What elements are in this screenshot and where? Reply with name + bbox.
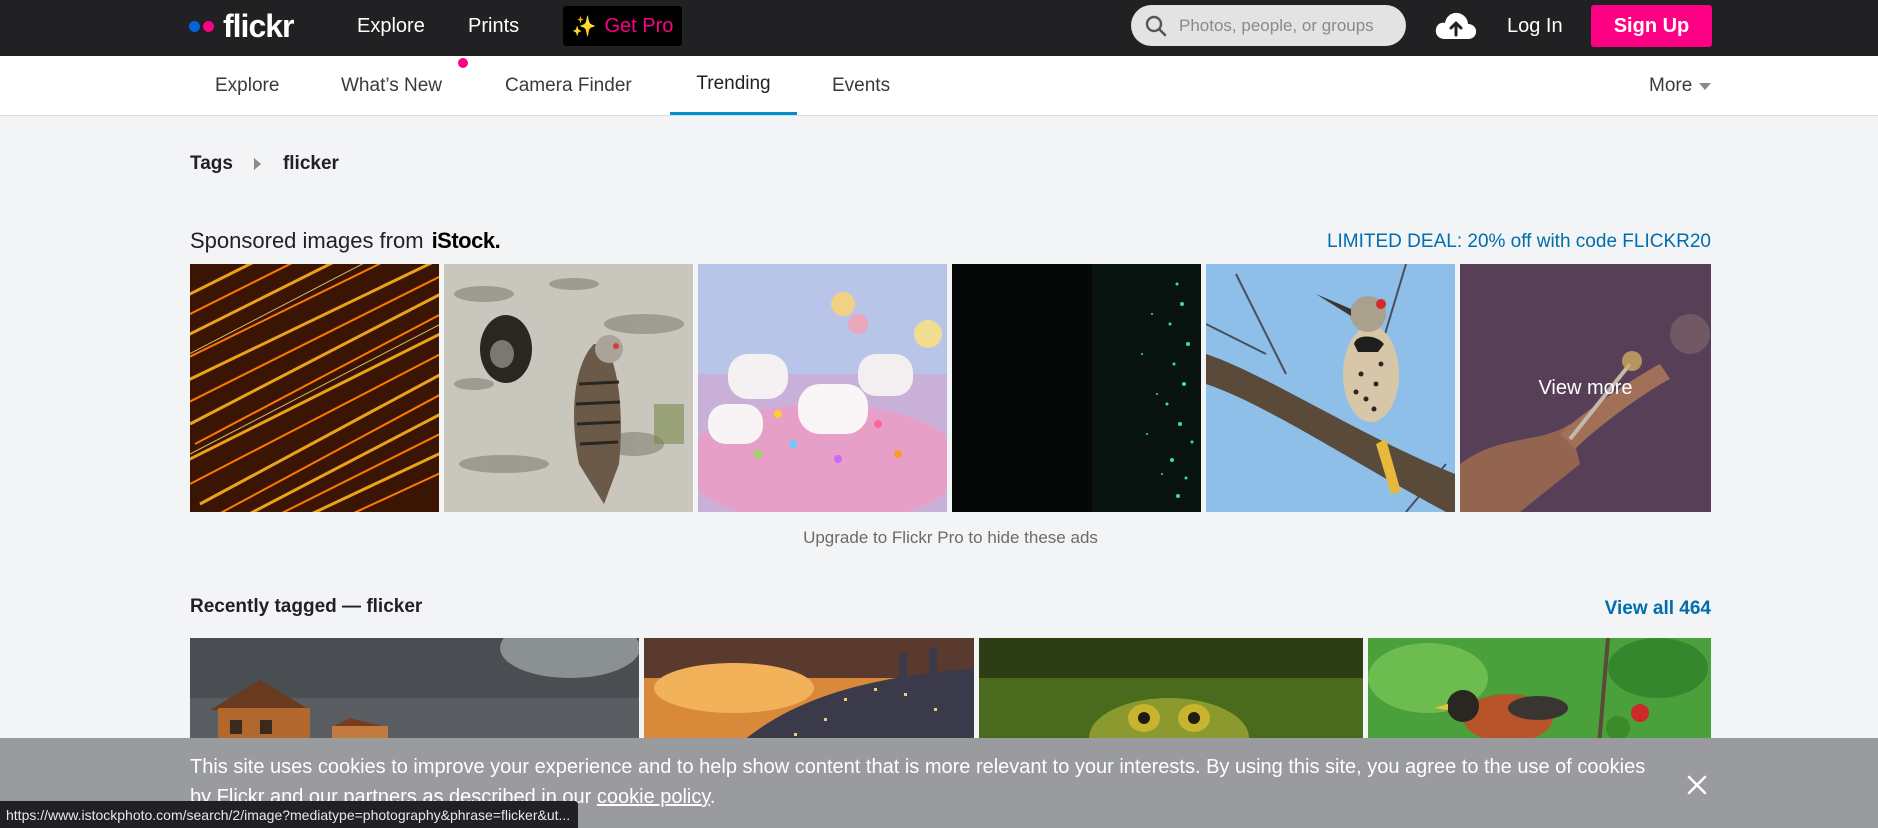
search-box[interactable] bbox=[1131, 5, 1406, 46]
sparkle-icon: ✨ bbox=[571, 15, 597, 38]
sponsored-image-northern-flicker[interactable] bbox=[1206, 264, 1455, 512]
search-input[interactable] bbox=[1179, 15, 1389, 36]
subnav-events[interactable]: Events bbox=[832, 56, 890, 115]
subnav-more[interactable]: More bbox=[1649, 56, 1712, 115]
close-icon[interactable] bbox=[1683, 771, 1711, 799]
nav-explore[interactable]: Explore bbox=[357, 0, 425, 52]
get-pro-label: Get Pro bbox=[604, 14, 674, 37]
more-label: More bbox=[1649, 74, 1693, 96]
sub-navigation: Explore What’s New Camera Finder Trendin… bbox=[0, 56, 1878, 116]
subnav-camera-finder[interactable]: Camera Finder bbox=[505, 56, 632, 115]
cloud-upload-icon[interactable] bbox=[1434, 10, 1478, 42]
recently-tagged-title: Recently tagged — flicker bbox=[190, 596, 423, 617]
login-link[interactable]: Log In bbox=[1507, 0, 1563, 52]
istock-logo: iStock. bbox=[431, 228, 501, 253]
limited-deal-link[interactable]: LIMITED DEAL: 20% off with code FLICKR20 bbox=[1327, 228, 1711, 256]
cookie-policy-link[interactable]: cookie policy bbox=[597, 786, 710, 808]
new-indicator-dot bbox=[458, 58, 468, 68]
subnav-whats-new[interactable]: What’s New bbox=[341, 56, 442, 115]
chevron-right-icon bbox=[253, 158, 261, 170]
view-more-label: View more bbox=[1460, 264, 1711, 512]
subnav-trending[interactable]: Trending bbox=[670, 56, 797, 115]
sponsored-grid: View more bbox=[190, 264, 1711, 512]
sponsored-image-woodpecker-nest[interactable] bbox=[444, 264, 693, 512]
logo-text: flickr bbox=[223, 8, 294, 44]
cookie-end: . bbox=[709, 786, 716, 808]
search-icon bbox=[1145, 15, 1167, 36]
upgrade-hide-ads-link[interactable]: Upgrade to Flickr Pro to hide these ads bbox=[0, 528, 1878, 548]
view-all-link[interactable]: View all 464 bbox=[1605, 595, 1711, 623]
flickr-logo[interactable]: flickr bbox=[189, 8, 294, 44]
sponsored-image-green-particles[interactable] bbox=[952, 264, 1201, 512]
sponsored-image-light-streaks[interactable] bbox=[190, 264, 439, 512]
logo-pink-dot bbox=[203, 20, 214, 32]
top-bar: flickr Explore Prints ✨ Get Pro Log In S… bbox=[0, 0, 1878, 56]
subnav-explore[interactable]: Explore bbox=[215, 56, 279, 115]
breadcrumb: Tags flicker bbox=[190, 150, 339, 178]
sponsored-title: Sponsored images from iStock. bbox=[190, 226, 501, 256]
sponsored-view-more-tile[interactable]: View more bbox=[1460, 264, 1711, 512]
caret-down-icon bbox=[1699, 83, 1712, 90]
signup-button[interactable]: Sign Up bbox=[1591, 5, 1712, 47]
nav-prints[interactable]: Prints bbox=[468, 0, 519, 52]
get-pro-button[interactable]: ✨ Get Pro bbox=[563, 6, 682, 46]
sponsored-title-prefix: Sponsored images from bbox=[190, 228, 424, 253]
logo-blue-dot bbox=[189, 20, 200, 32]
sponsored-image-marshmallows[interactable] bbox=[698, 264, 947, 512]
browser-status-url: https://www.istockphoto.com/search/2/ima… bbox=[0, 801, 579, 828]
breadcrumb-current: flicker bbox=[282, 153, 339, 174]
breadcrumb-tags[interactable]: Tags bbox=[190, 153, 233, 175]
